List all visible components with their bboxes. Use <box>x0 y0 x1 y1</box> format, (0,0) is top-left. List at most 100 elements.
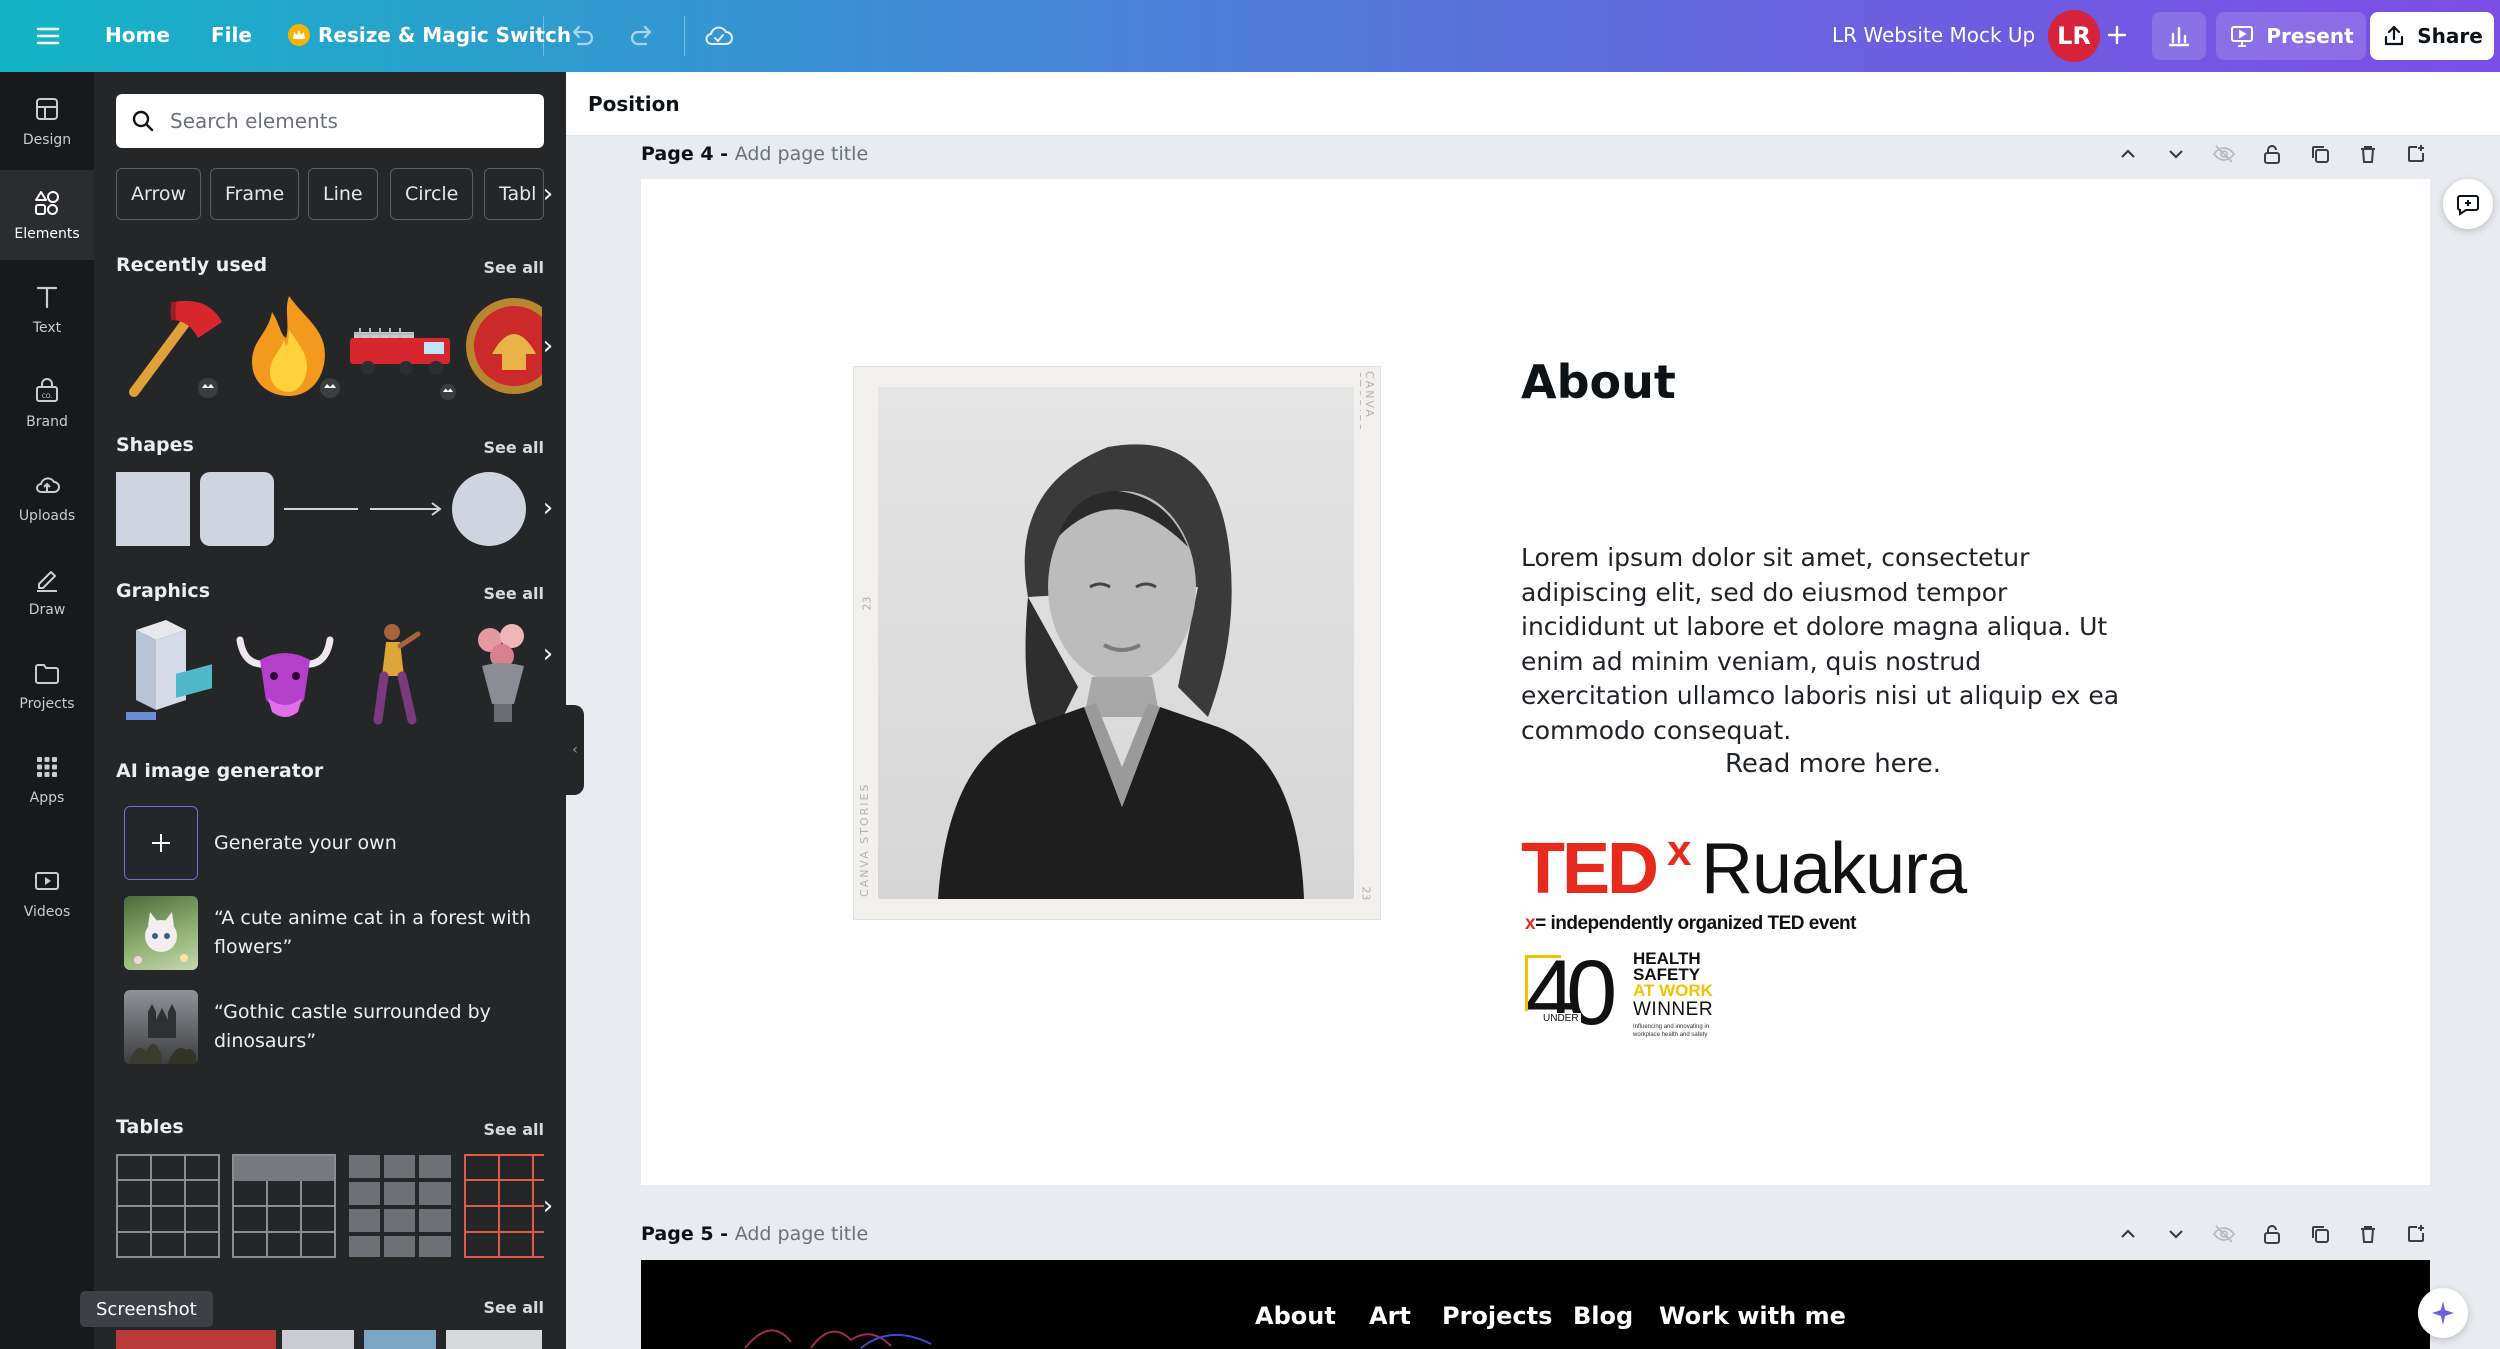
present-label: Present <box>2266 24 2354 48</box>
read-more-link[interactable]: Read more here. <box>1725 749 1941 779</box>
page5-nav-work-with-me[interactable]: Work with me <box>1659 1302 1846 1330</box>
about-heading[interactable]: About <box>1521 355 1676 409</box>
see-all-photos[interactable]: See all <box>483 1298 544 1317</box>
fire-graphic[interactable] <box>234 290 344 400</box>
chevron-down-icon[interactable] <box>2162 140 2190 168</box>
rail-item-text[interactable]: Text <box>0 264 94 354</box>
rail-item-apps[interactable]: Apps <box>0 734 94 824</box>
see-all-graphics[interactable]: See all <box>483 584 544 603</box>
about-body-text[interactable]: Lorem ipsum dolor sit amet, consectetur … <box>1521 541 2121 748</box>
present-button[interactable]: Present <box>2216 12 2366 60</box>
photo-thumbnail[interactable] <box>364 1330 436 1349</box>
ai-prompt-item[interactable]: “A cute anime cat in a forest with flowe… <box>124 896 534 970</box>
page-4-label[interactable]: Page 4 - Add page title <box>641 143 868 165</box>
undo-icon[interactable] <box>566 20 598 52</box>
add-page-icon[interactable] <box>2402 1220 2430 1248</box>
photo-thumbnail[interactable] <box>116 1330 276 1349</box>
rail-item-projects[interactable]: Projects <box>0 640 94 730</box>
fire-truck-graphic[interactable] <box>346 312 460 400</box>
chevron-down-icon[interactable] <box>2162 1220 2190 1248</box>
recently-used-scroll-right-icon[interactable]: › <box>530 316 566 376</box>
chip-arrow[interactable]: Arrow <box>116 168 202 220</box>
chip-circle[interactable]: Circle <box>390 168 474 220</box>
hide-eye-icon[interactable] <box>2210 140 2238 168</box>
shapes-scroll-right-icon[interactable]: › <box>530 478 566 538</box>
isometric-letter-graphic[interactable] <box>116 620 216 726</box>
person-stretching-graphic[interactable] <box>352 620 442 730</box>
chip-line[interactable]: Line <box>308 168 378 220</box>
rail-label: Brand <box>26 414 68 430</box>
add-collaborator-icon[interactable] <box>2102 20 2132 50</box>
see-all-recently-used[interactable]: See all <box>483 258 544 277</box>
see-all-shapes[interactable]: See all <box>483 438 544 457</box>
rail-label: Uploads <box>18 508 76 524</box>
bull-head-graphic[interactable] <box>230 620 340 726</box>
hide-eye-icon[interactable] <box>2210 1220 2238 1248</box>
position-button[interactable]: Position <box>588 92 680 116</box>
page5-nav-blog[interactable]: Blog <box>1573 1302 1633 1330</box>
rail-item-videos[interactable]: Videos <box>0 848 94 938</box>
line-shape[interactable] <box>284 508 358 510</box>
lock-icon[interactable] <box>2258 1220 2286 1248</box>
user-avatar[interactable]: LR <box>2048 10 2100 62</box>
duplicate-page-icon[interactable] <box>2306 1220 2334 1248</box>
cloud-saved-icon[interactable] <box>702 19 736 53</box>
photo-thumbnail[interactable] <box>282 1330 354 1349</box>
rail-item-brand[interactable]: CO. Brand <box>0 358 94 448</box>
add-page-icon[interactable] <box>2402 140 2430 168</box>
axe-graphic[interactable] <box>116 292 226 400</box>
tedx-ruakura-logo[interactable]: TED x Ruakura x= independently organized… <box>1521 829 1981 943</box>
search-input[interactable] <box>170 109 530 133</box>
chevron-up-icon[interactable] <box>2114 1220 2142 1248</box>
redo-icon[interactable] <box>626 20 658 52</box>
add-page-title[interactable]: Add page title <box>735 1223 868 1245</box>
rail-item-elements[interactable]: Elements <box>0 170 94 260</box>
square-shape[interactable] <box>116 472 190 546</box>
rail-item-design[interactable]: Design <box>0 76 94 166</box>
table-template-header[interactable] <box>232 1154 336 1258</box>
graphics-scroll-right-icon[interactable]: › <box>530 624 566 684</box>
document-title[interactable]: LR Website Mock Up <box>1832 23 2035 47</box>
page5-nav-projects[interactable]: Projects <box>1442 1302 1552 1330</box>
flower-vase-graphic[interactable] <box>460 620 540 730</box>
lock-icon[interactable] <box>2258 140 2286 168</box>
search-box[interactable] <box>116 94 544 148</box>
chips-scroll-right-icon[interactable]: › <box>530 164 566 224</box>
chip-frame[interactable]: Frame <box>210 168 300 220</box>
page5-nav-art[interactable]: Art <box>1369 1302 1411 1330</box>
ai-prompt-item[interactable]: “Gothic castle surrounded by dinosaurs” <box>124 990 534 1064</box>
page-5-tools <box>2114 1220 2430 1248</box>
page-4-canvas[interactable]: CANVA STORIES 23 CANVA STORIES 23 About … <box>641 179 2430 1185</box>
table-template-grid[interactable] <box>116 1154 220 1258</box>
share-button[interactable]: Share <box>2370 12 2494 60</box>
rail-item-uploads[interactable]: Uploads <box>0 452 94 542</box>
table-template-filled[interactable] <box>348 1154 452 1258</box>
chevron-up-icon[interactable] <box>2114 140 2142 168</box>
add-comment-icon[interactable] <box>2443 179 2493 229</box>
add-page-title[interactable]: Add page title <box>735 143 868 165</box>
section-title-graphics: Graphics <box>116 580 210 602</box>
duplicate-page-icon[interactable] <box>2306 140 2334 168</box>
delete-page-icon[interactable] <box>2354 1220 2382 1248</box>
page5-nav-about[interactable]: About <box>1255 1302 1336 1330</box>
forty-under-forty-award-logo[interactable]: 40 UNDER HEALTH SAFETY AT WORK WINNER In… <box>1525 943 1745 1049</box>
menu-hamburger-icon[interactable] <box>34 22 62 50</box>
circle-shape[interactable] <box>452 472 526 546</box>
page-5-label[interactable]: Page 5 - Add page title <box>641 1223 868 1245</box>
insights-button[interactable] <box>2152 12 2206 60</box>
collapse-panel-chevron-icon[interactable]: ‹ <box>566 705 584 795</box>
arrow-line-shape[interactable] <box>368 500 444 518</box>
tables-scroll-right-icon[interactable]: › <box>530 1176 566 1236</box>
magic-assistant-sparkle-icon[interactable] <box>2418 1288 2468 1338</box>
generate-your-own-button[interactable]: Generate your own <box>124 806 534 880</box>
file-menu-button[interactable]: File <box>211 23 252 47</box>
home-button[interactable]: Home <box>105 23 170 47</box>
portrait-photo-frame[interactable]: CANVA STORIES 23 CANVA STORIES 23 <box>854 367 1380 919</box>
see-all-tables[interactable]: See all <box>483 1120 544 1139</box>
resize-magic-switch-button[interactable]: Resize & Magic Switch <box>288 23 571 47</box>
rail-item-draw[interactable]: Draw <box>0 546 94 636</box>
rounded-square-shape[interactable] <box>200 472 274 546</box>
delete-page-icon[interactable] <box>2354 140 2382 168</box>
generate-your-own-label: Generate your own <box>214 831 397 854</box>
photo-thumbnail[interactable] <box>446 1330 542 1349</box>
